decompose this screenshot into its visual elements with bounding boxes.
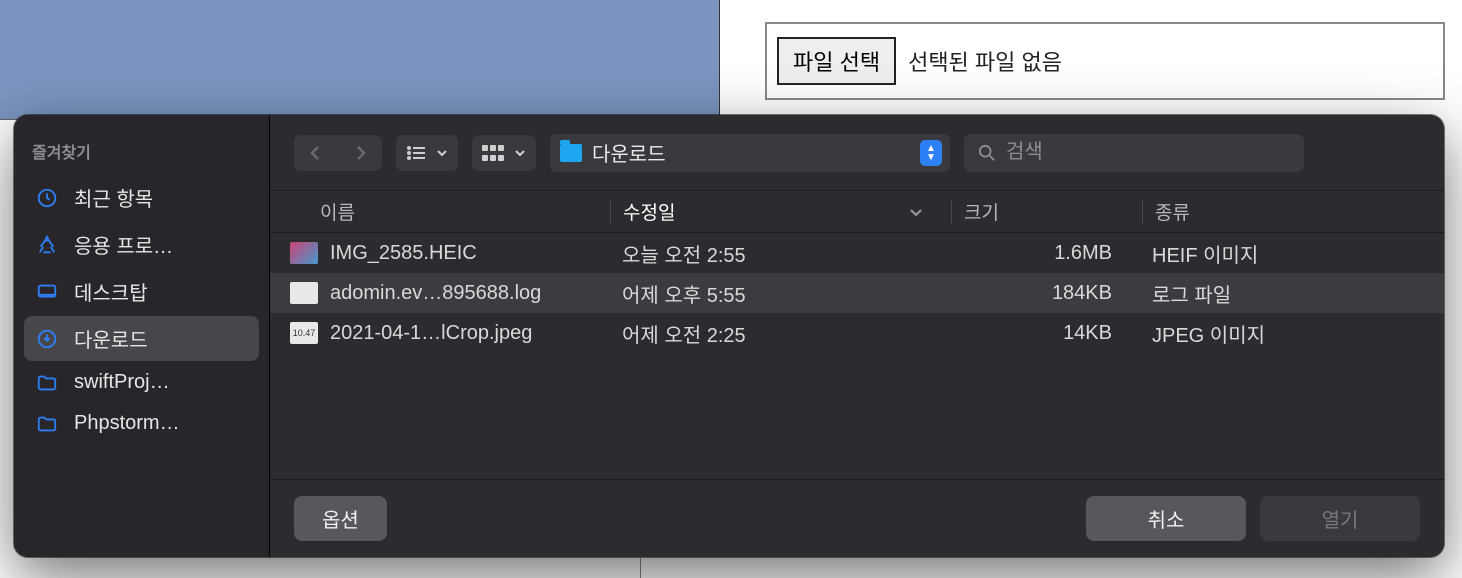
chevron-down-icon [514,149,526,157]
file-upload-area: 파일 선택 선택된 파일 없음 [765,22,1445,100]
cancel-button[interactable]: 취소 [1086,496,1246,541]
background-divider [640,558,641,578]
column-header-modified[interactable]: 수정일 [611,198,951,225]
file-name: IMG_2585.HEIC [330,242,477,265]
dialog-footer: 옵션 취소 열기 [270,479,1444,557]
sidebar: 즐겨찾기 최근 항목 응용 프로… 데스크탑 다운로드 [14,115,270,557]
document-icon [290,282,318,304]
sidebar-item-recents[interactable]: 최근 항목 [24,175,259,220]
file-select-button[interactable]: 파일 선택 [777,37,896,85]
file-modified: 어제 오후 5:55 [610,279,950,308]
file-size: 1.6MB [950,242,1140,265]
view-mode-button[interactable] [396,135,458,171]
folder-icon [560,144,582,162]
sidebar-item-label: Phpstorm… [74,412,180,435]
sidebar-item-label: 응용 프로… [74,230,173,259]
folder-icon [36,413,60,435]
apps-icon [36,234,60,256]
chevron-right-icon [354,145,366,161]
background-panel-left [0,0,720,120]
file-row[interactable]: 10.47 2021-04-1…lCrop.jpeg 어제 오전 2:25 14… [270,313,1444,353]
search-input[interactable] [1006,141,1290,164]
file-row[interactable]: IMG_2585.HEIC 오늘 오전 2:55 1.6MB HEIF 이미지 [270,233,1444,273]
clock-icon [36,187,60,209]
image-thumbnail-icon [290,242,318,264]
open-file-dialog: 즐겨찾기 최근 항목 응용 프로… 데스크탑 다운로드 [14,115,1444,557]
column-header-name[interactable]: 이름 [270,198,610,225]
nav-back-button[interactable] [294,135,338,171]
toolbar: 다운로드 ▲▼ [270,115,1444,191]
file-modified: 어제 오전 2:25 [610,319,950,348]
chevron-left-icon [310,145,322,161]
sidebar-item-label: 다운로드 [74,324,148,353]
file-kind: 로그 파일 [1140,279,1444,308]
columns-header: 이름 수정일 크기 종류 [270,191,1444,233]
folder-icon [36,372,60,394]
sidebar-item-applications[interactable]: 응용 프로… [24,222,259,267]
column-header-kind[interactable]: 종류 [1143,198,1444,225]
file-size: 14KB [950,322,1140,345]
column-header-size[interactable]: 크기 [952,198,1142,225]
nav-buttons [294,135,382,171]
updown-icon: ▲▼ [920,140,942,166]
sidebar-item-label: 데스크탑 [74,277,148,306]
document-icon: 10.47 [290,322,318,344]
file-list[interactable]: IMG_2585.HEIC 오늘 오전 2:55 1.6MB HEIF 이미지 … [270,233,1444,479]
file-kind: JPEG 이미지 [1140,319,1444,348]
download-icon [36,328,60,350]
sidebar-item-phpstorm[interactable]: Phpstorm… [24,404,259,443]
grid-icon [482,145,504,161]
column-header-label: 수정일 [623,198,675,225]
desktop-icon [36,281,60,303]
sidebar-item-label: swiftProj… [74,371,170,394]
open-button[interactable]: 열기 [1260,496,1420,541]
file-size: 184KB [950,282,1140,305]
location-label: 다운로드 [592,138,910,167]
search-box[interactable] [964,134,1304,172]
background-strip [0,560,720,578]
sidebar-item-swiftproj[interactable]: swiftProj… [24,363,259,402]
chevron-down-icon [909,207,923,217]
nav-forward-button[interactable] [338,135,382,171]
sidebar-item-desktop[interactable]: 데스크탑 [24,269,259,314]
sidebar-item-label: 최근 항목 [74,183,153,212]
file-kind: HEIF 이미지 [1140,239,1444,268]
options-button[interactable]: 옵션 [294,496,387,541]
group-mode-button[interactable] [472,135,536,171]
location-dropdown[interactable]: 다운로드 ▲▼ [550,134,950,172]
sidebar-item-downloads[interactable]: 다운로드 [24,316,259,361]
file-row[interactable]: adomin.ev…895688.log 어제 오후 5:55 184KB 로그… [270,273,1444,313]
search-icon [978,144,996,162]
chevron-down-icon [436,149,448,157]
file-modified: 오늘 오전 2:55 [610,239,950,268]
file-name: adomin.ev…895688.log [330,282,541,305]
main-panel: 다운로드 ▲▼ 이름 수정일 크기 종류 [270,115,1444,557]
file-name: 2021-04-1…lCrop.jpeg [330,322,532,345]
file-status-text: 선택된 파일 없음 [908,45,1062,77]
list-icon [406,145,426,161]
sidebar-heading-favorites: 즐겨찾기 [24,135,259,173]
